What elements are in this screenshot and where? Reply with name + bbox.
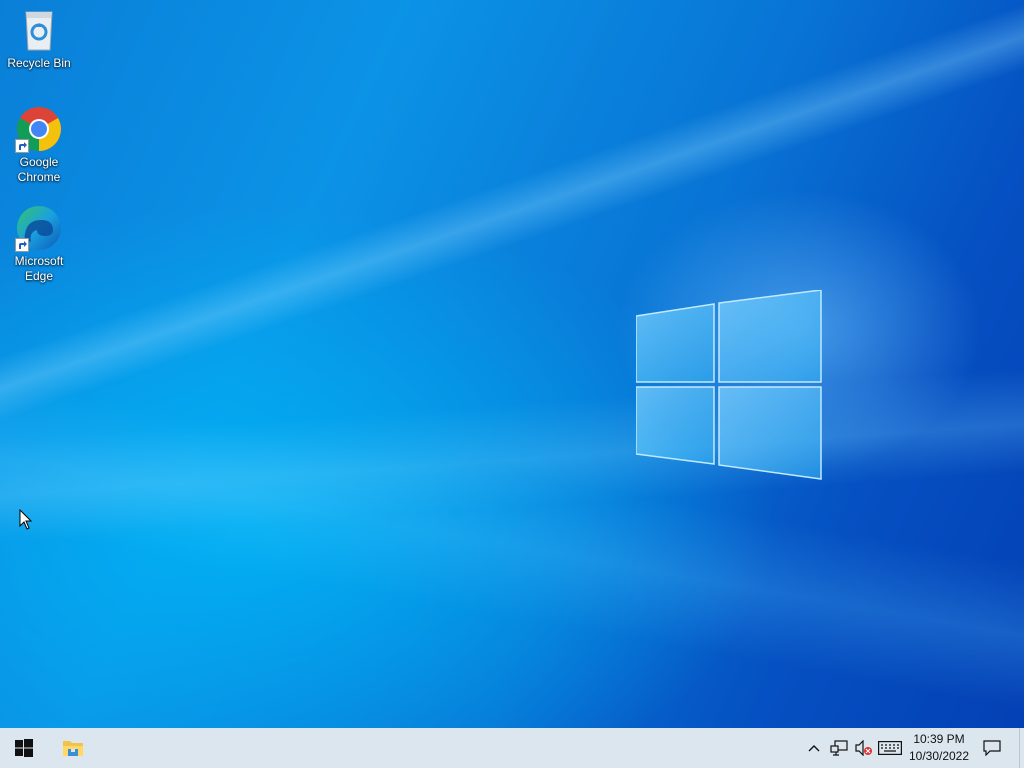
taskbar-clock[interactable]: 10:39 PM 10/30/2022	[904, 728, 974, 768]
windows-start-icon	[15, 739, 33, 757]
desktop-icon-google-chrome[interactable]: Google Chrome	[4, 105, 74, 185]
clock-time: 10:39 PM	[913, 732, 965, 746]
start-button[interactable]	[0, 728, 48, 768]
volume-tray-button[interactable]	[852, 728, 874, 768]
windows-logo-wallpaper	[636, 290, 822, 480]
light-beam	[0, 0, 1024, 728]
action-center-icon	[983, 740, 1001, 756]
clock-date: 10/30/2022	[908, 749, 970, 763]
desktop-icon-microsoft-edge[interactable]: Microsoft Edge	[4, 204, 74, 284]
touch-keyboard-icon	[878, 741, 902, 755]
desktop-icon-label: Recycle Bin	[7, 56, 71, 70]
desktop[interactable]: Recycle Bin Google Chrome Microsoft Edge	[0, 0, 1024, 728]
recycle-bin-icon	[15, 6, 63, 54]
network-icon	[830, 740, 848, 756]
show-hidden-icons-button[interactable]	[804, 728, 824, 768]
show-desktop-button[interactable]	[1019, 728, 1024, 768]
shortcut-arrow-icon	[15, 238, 29, 252]
touch-keyboard-button[interactable]	[876, 728, 904, 768]
file-explorer-icon	[63, 741, 83, 756]
action-center-button[interactable]	[980, 728, 1004, 768]
network-tray-button[interactable]	[828, 728, 850, 768]
shortcut-arrow-icon	[15, 139, 29, 153]
edge-icon	[15, 204, 63, 252]
desktop-icon-label: Google Chrome	[17, 155, 61, 184]
chevron-up-icon	[808, 745, 820, 752]
desktop-icon-label: Microsoft Edge	[14, 254, 64, 283]
desktop-icon-recycle-bin[interactable]: Recycle Bin	[4, 6, 74, 71]
chrome-icon	[15, 105, 63, 153]
light-beam	[0, 0, 1024, 728]
mouse-cursor-icon	[19, 509, 33, 530]
light-beam	[0, 0, 1024, 728]
file-explorer-taskbar-button[interactable]	[48, 728, 98, 768]
taskbar: 10:39 PM 10/30/2022	[0, 728, 1024, 768]
volume-muted-icon	[855, 740, 872, 756]
